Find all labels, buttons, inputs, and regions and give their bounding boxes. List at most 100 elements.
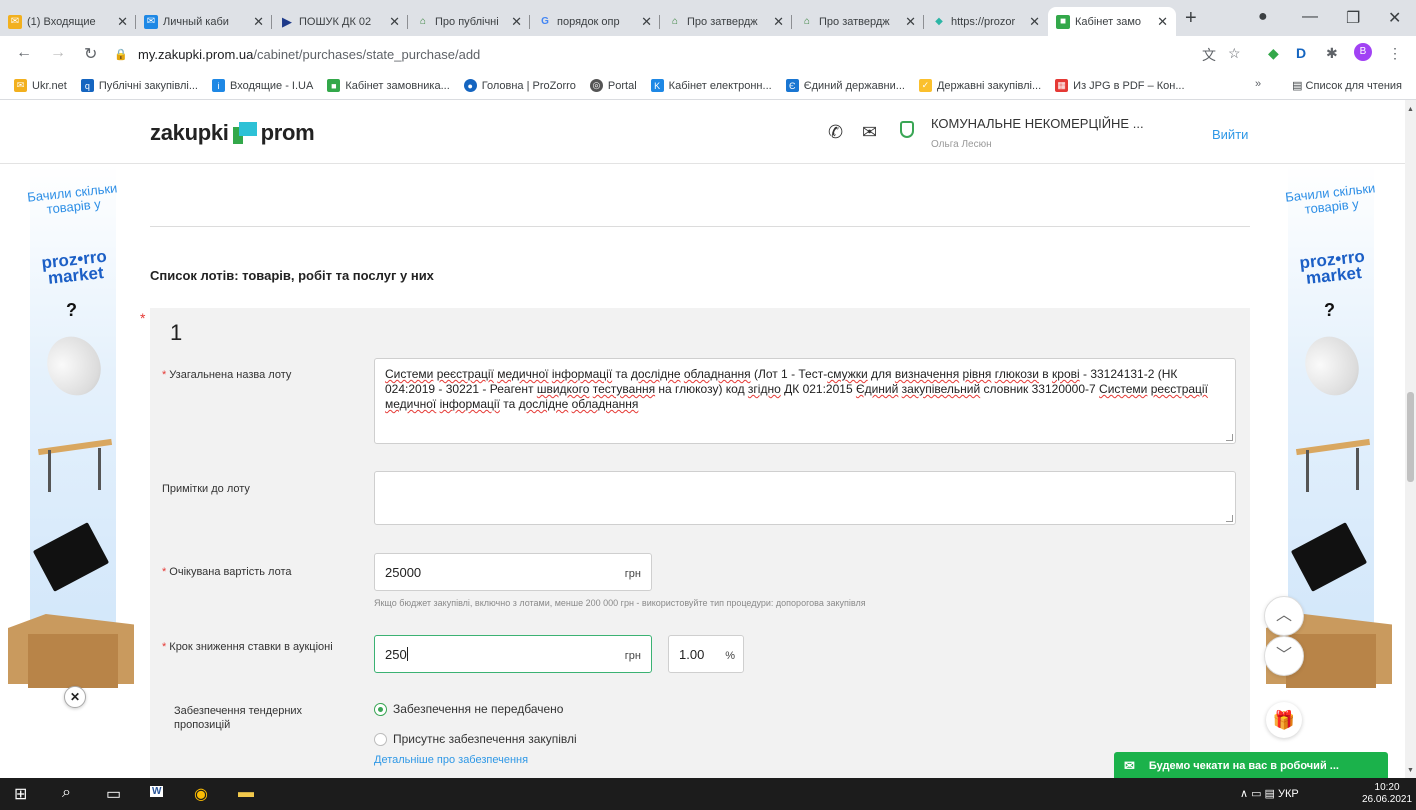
desk-image xyxy=(37,438,113,494)
extension-icon[interactable]: D xyxy=(1296,45,1306,61)
chevron-down-icon: ﹀ xyxy=(1275,647,1292,664)
folder-icon[interactable]: ▬ xyxy=(238,784,254,802)
bookmark-icon: ✓ xyxy=(918,79,932,92)
search-icon[interactable]: ⌕ xyxy=(62,784,71,802)
organization-name[interactable]: КОМУНАЛЬНЕ НЕКОМЕРЦІЙНЕ ... xyxy=(931,116,1144,131)
bookmark-item[interactable]: ■ Кабінет замовника... xyxy=(327,79,450,92)
chrome-icon[interactable]: ◉ xyxy=(194,784,208,804)
reload-icon[interactable]: ↻ xyxy=(84,44,97,64)
bookmark-item[interactable]: ✓ Державні закупівлі... xyxy=(918,79,1041,92)
expected-value-input[interactable]: 25000 грн xyxy=(374,553,652,591)
lot-notes-field[interactable] xyxy=(374,471,1236,525)
close-icon[interactable]: ✕ xyxy=(1029,14,1040,30)
bookmark-icon: i xyxy=(211,79,225,92)
close-icon[interactable]: ✕ xyxy=(389,14,400,30)
expected-value-label: * Очікувана вартість лота xyxy=(162,565,292,579)
scroll-down-button[interactable]: ﹀ xyxy=(1264,636,1304,676)
browser-tab[interactable]: ◆ https://prozor ✕ xyxy=(924,7,1048,36)
bookmark-icon: Є xyxy=(785,79,799,92)
task-view-icon[interactable]: ▭ xyxy=(106,784,121,804)
logout-link[interactable]: Вийти xyxy=(1212,127,1248,142)
bookmark-item[interactable]: ◎ Portal xyxy=(589,79,637,92)
auction-step-input[interactable]: 250 грн xyxy=(374,635,652,673)
menu-icon[interactable]: ⋮ xyxy=(1388,45,1402,62)
scrollbar-thumb[interactable] xyxy=(1407,392,1414,482)
phone-icon[interactable]: ✆ xyxy=(828,122,843,143)
security-option-present[interactable]: Присутнє забезпечення закупівлі xyxy=(374,732,577,746)
browser-tab[interactable]: ▶ ПОШУК ДК 02 ✕ xyxy=(272,7,408,36)
star-icon[interactable]: ☆ xyxy=(1228,45,1241,62)
browser-tab[interactable]: ✉ Личный каби ✕ xyxy=(136,7,272,36)
security-option-none[interactable]: Забезпечення не передбачено xyxy=(374,702,563,716)
site-logo[interactable]: zakupki prom xyxy=(150,120,315,146)
browser-tab[interactable]: ⌂ Про затвердж ✕ xyxy=(792,7,924,36)
bookmark-item[interactable]: q Публічні закупівлі... xyxy=(80,79,198,92)
extension-icon[interactable]: ◆ xyxy=(1268,45,1279,62)
radio-selected-icon[interactable] xyxy=(374,702,387,716)
back-arrow-icon[interactable]: ← xyxy=(16,44,32,62)
ad-banner-left[interactable]: Бачили скільки товарів у proz•rro market … xyxy=(8,164,134,724)
envelope-icon[interactable]: ✉ xyxy=(862,122,877,143)
browser-tab[interactable]: ⌂ Про затвердж ✕ xyxy=(660,7,792,36)
bookmark-item[interactable]: ▦ Из JPG в PDF – Кон... xyxy=(1055,79,1185,92)
close-icon[interactable]: ✕ xyxy=(1157,14,1168,30)
bookmark-item[interactable]: i Входящие - I.UA xyxy=(211,79,313,92)
bookmark-item[interactable]: ✉ Ukr.net xyxy=(14,79,67,92)
security-details-link[interactable]: Детальніше про забезпечення xyxy=(374,754,528,766)
page-scrollbar[interactable]: ▲ ▼ xyxy=(1405,100,1416,778)
maximize-icon[interactable]: ❐ xyxy=(1346,8,1360,28)
translate-icon[interactable]: 文 xyxy=(1202,45,1216,65)
bookmark-icon: ■ xyxy=(327,79,341,92)
browser-tab-active[interactable]: ■ Кабінет замо ✕ xyxy=(1048,7,1176,36)
close-icon[interactable]: ✕ xyxy=(905,14,916,30)
window-close-icon[interactable]: ✕ xyxy=(1388,8,1401,28)
misspelled-word: Єдиний xyxy=(855,382,899,396)
system-tray[interactable]: ∧ ▭ ▤ УКР xyxy=(1240,787,1299,800)
scroll-up-arrow-icon[interactable]: ▲ xyxy=(1407,106,1414,113)
resize-handle-icon[interactable] xyxy=(1226,434,1233,441)
word-icon[interactable]: W xyxy=(150,786,164,797)
tab-search-icon[interactable]: ● xyxy=(1258,8,1268,26)
radio-unselected-icon[interactable] xyxy=(374,732,387,746)
chat-widget[interactable]: ✉ Будемо чекати на вас в робочий ... xyxy=(1114,752,1388,778)
bookmark-item[interactable]: Є Єдиний державни... xyxy=(785,79,905,92)
lot-number: 1 xyxy=(170,320,183,345)
auction-step-percent-input[interactable]: 1.00 % xyxy=(668,635,744,673)
browser-tab[interactable]: ✉ (1) Входящие ✕ xyxy=(0,7,136,36)
clock[interactable]: 10:20 26.06.2021 xyxy=(1362,782,1412,806)
new-tab-icon[interactable]: + xyxy=(1185,8,1197,28)
minimize-icon[interactable]: — xyxy=(1302,8,1318,26)
browser-tab[interactable]: ⌂ Про публічні ✕ xyxy=(408,7,530,36)
box-front-image xyxy=(28,634,118,688)
close-icon[interactable]: ✕ xyxy=(511,14,522,30)
bookmark-icon: K xyxy=(650,79,664,92)
puzzle-icon[interactable]: ✱ xyxy=(1326,45,1338,62)
required-marker: * xyxy=(140,310,146,326)
input-language[interactable]: УКР xyxy=(1278,788,1299,800)
gift-icon[interactable]: 🎁 xyxy=(1266,702,1302,738)
ad-close-icon[interactable]: ✕ xyxy=(64,686,86,708)
tab-label: Про затвердж xyxy=(687,15,758,28)
close-icon[interactable]: ✕ xyxy=(773,14,784,30)
resize-handle-icon[interactable] xyxy=(1226,515,1233,522)
windows-start-icon[interactable]: ⊞ xyxy=(14,784,27,804)
address-bar[interactable]: 🔒 my.zakupki.prom.ua/cabinet/purchases/s… xyxy=(114,41,1264,68)
profile-avatar[interactable]: B xyxy=(1354,43,1372,61)
lot-name-field[interactable]: Системи реєстрації медичної інформації т… xyxy=(374,358,1236,444)
close-icon[interactable]: ✕ xyxy=(253,14,264,30)
security-option-label: Присутнє забезпечення закупівлі xyxy=(393,732,577,746)
section-divider xyxy=(150,226,1250,227)
browser-tab[interactable]: G порядок опр ✕ xyxy=(530,7,660,36)
forward-arrow-icon[interactable]: → xyxy=(50,44,66,62)
more-bookmarks-button[interactable]: » xyxy=(1255,78,1261,90)
close-icon[interactable]: ✕ xyxy=(641,14,652,30)
close-icon[interactable]: ✕ xyxy=(117,14,128,30)
scroll-down-arrow-icon[interactable]: ▼ xyxy=(1407,767,1414,774)
user-name: Ольга Лесюн xyxy=(931,139,992,150)
bookmark-item[interactable]: K Кабінет електронн... xyxy=(650,79,772,92)
scroll-up-button[interactable]: ︿ xyxy=(1264,596,1304,636)
bookmark-item[interactable]: ● Головна | ProZorro xyxy=(463,79,576,92)
text-segment: на глюкозу) код xyxy=(655,382,748,396)
globe-icon: ◎ xyxy=(589,79,603,92)
reading-list-button[interactable]: ▤ Список для чтения xyxy=(1292,79,1402,92)
